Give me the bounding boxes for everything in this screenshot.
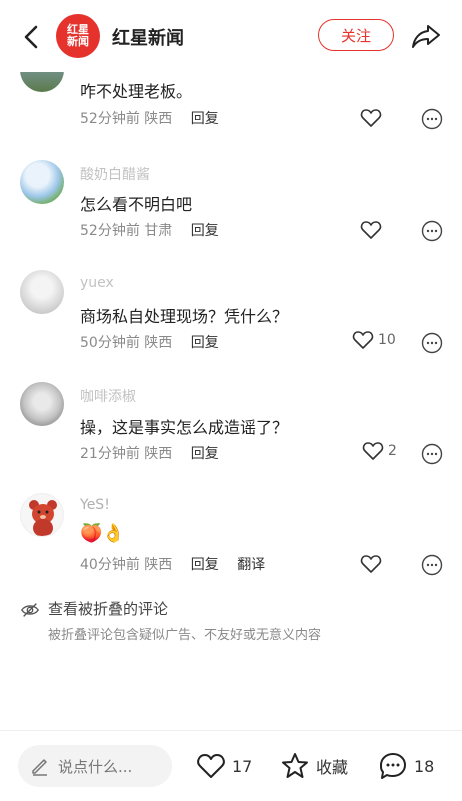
reply-button[interactable]: 回复 xyxy=(191,446,219,462)
share-icon[interactable] xyxy=(410,20,442,52)
comment-region: 陕西 xyxy=(144,557,173,573)
avatar[interactable] xyxy=(20,160,64,204)
article-like-button[interactable]: 17 xyxy=(196,751,252,781)
like-button[interactable]: 2 xyxy=(362,441,397,461)
comment-text: 商场私自处理现场？凭什么？ xyxy=(80,307,289,326)
heart-icon xyxy=(352,331,374,349)
bear-avatar-icon xyxy=(29,500,57,536)
like-count: 2 xyxy=(388,443,397,459)
follow-button[interactable]: 关注 xyxy=(318,19,394,51)
more-options-icon[interactable] xyxy=(421,108,443,130)
heart-icon xyxy=(360,109,382,127)
like-button[interactable] xyxy=(360,554,382,574)
comment-input-placeholder: 说点什么... xyxy=(58,757,133,776)
avatar[interactable] xyxy=(20,270,64,314)
article-like-count: 17 xyxy=(232,756,253,776)
reply-button[interactable]: 回复 xyxy=(191,335,219,351)
bottom-action-bar: 说点什么... 17 收藏 18 xyxy=(0,730,462,801)
comment-time: 40分钟前 xyxy=(80,557,140,573)
commenter-name[interactable]: YeS! xyxy=(80,497,110,513)
reply-button[interactable]: 回复 xyxy=(191,223,219,239)
more-options-icon[interactable] xyxy=(421,554,443,576)
like-count: 10 xyxy=(378,332,396,348)
publisher-logo[interactable]: 红星 新闻 xyxy=(56,14,100,58)
like-button[interactable]: 10 xyxy=(352,330,396,350)
folded-comments-subtitle: 被折叠评论包含疑似广告、不友好或无意义内容 xyxy=(48,628,322,643)
comments-button[interactable]: 18 xyxy=(378,751,434,781)
favorite-button[interactable]: 收藏 xyxy=(280,751,348,781)
comment-time: 50分钟前 xyxy=(80,335,140,351)
folded-comments-title[interactable]: 查看被折叠的评论 xyxy=(48,598,168,619)
chevron-left-icon[interactable] xyxy=(18,22,44,52)
comment-text: 咋不处理老板。 xyxy=(80,82,193,101)
reply-button[interactable]: 回复 xyxy=(191,111,219,127)
comment-meta: 40分钟前 陕西 回复 翻译 xyxy=(80,554,265,574)
translate-button[interactable]: 翻译 xyxy=(237,557,265,573)
comment-text: 怎么看不明白吧 xyxy=(80,195,193,214)
commenter-name[interactable]: 酸奶白醋酱 xyxy=(80,164,150,184)
publisher-name[interactable]: 红星新闻 xyxy=(112,24,184,50)
comment-time: 52分钟前 xyxy=(80,111,140,127)
like-button[interactable] xyxy=(360,220,382,240)
comment-region: 甘肃 xyxy=(144,223,173,239)
avatar[interactable] xyxy=(20,493,64,537)
commenter-name[interactable]: 咖啡添椒 xyxy=(80,386,136,406)
heart-icon xyxy=(197,754,225,778)
more-options-icon[interactable] xyxy=(421,443,443,465)
like-button[interactable] xyxy=(360,108,382,128)
comment-time: 52分钟前 xyxy=(80,223,140,239)
eye-hidden-icon xyxy=(20,603,40,617)
heart-icon xyxy=(362,442,384,460)
comment-input[interactable]: 说点什么... xyxy=(18,745,172,787)
pencil-icon xyxy=(32,759,47,776)
top-nav-bar: 红星 新闻 红星新闻 关注 xyxy=(0,0,462,72)
more-options-icon[interactable] xyxy=(421,332,443,354)
comment-bubble-icon xyxy=(380,753,406,779)
comment-region: 陕西 xyxy=(144,446,173,462)
comment-text: 操，这是事实怎么成造谣了？ xyxy=(80,418,289,437)
more-options-icon[interactable] xyxy=(421,220,443,242)
reply-button[interactable]: 回复 xyxy=(191,557,219,573)
heart-icon xyxy=(360,555,382,573)
comment-text: 🍑👌 xyxy=(80,523,125,544)
heart-icon xyxy=(360,221,382,239)
star-icon xyxy=(282,753,308,778)
avatar[interactable] xyxy=(20,382,64,426)
commenter-name[interactable]: yuex xyxy=(80,275,114,291)
comment-count: 18 xyxy=(414,756,435,776)
comment-meta: 50分钟前 陕西 回复 xyxy=(80,332,219,352)
comment-region: 陕西 xyxy=(144,335,173,351)
comment-time: 21分钟前 xyxy=(80,446,140,462)
logo-text-line2: 新闻 xyxy=(67,35,89,48)
comment-meta: 52分钟前 陕西 回复 xyxy=(80,108,219,128)
comment-meta: 21分钟前 陕西 回复 xyxy=(80,443,219,463)
favorite-label: 收藏 xyxy=(316,758,349,777)
comment-meta: 52分钟前 甘肃 回复 xyxy=(80,220,219,240)
comment-region: 陕西 xyxy=(144,111,173,127)
